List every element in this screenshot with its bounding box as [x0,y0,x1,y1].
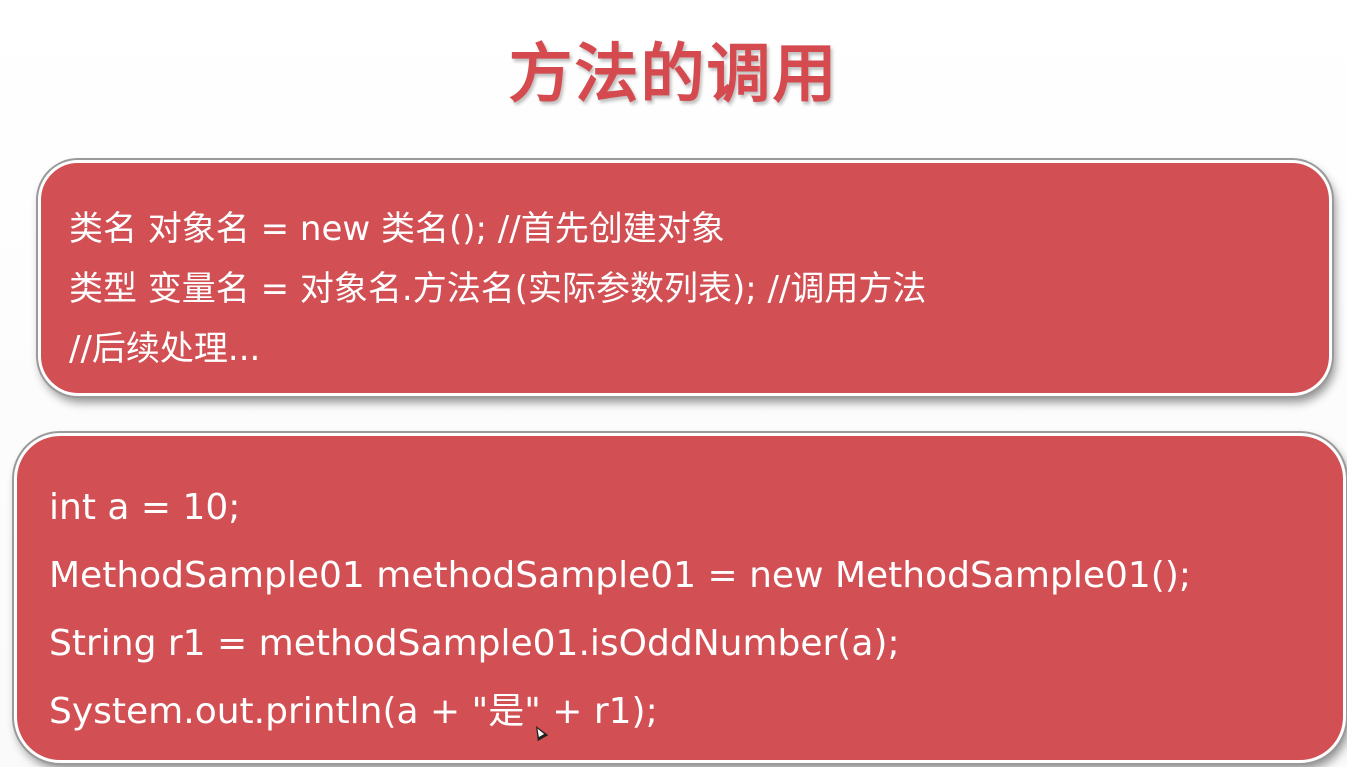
code-line-call-method: String r1 = methodSample01.isOddNumber(a… [49,623,900,664]
example-code-box: int a = 10; MethodSample01 methodSample0… [14,433,1346,763]
code-line-declare-int: int a = 10; [49,487,241,528]
slide-title: 方法的调用 [508,38,839,112]
code-line-new-object: MethodSample01 methodSample01 = new Meth… [49,555,1191,596]
syntax-line-create-object: 类名 对象名 = new 类名(); //首先创建对象 [69,209,725,249]
syntax-line-call-method: 类型 变量名 = 对象名.方法名(实际参数列表); //调用方法 [69,269,927,309]
syntax-box: 类名 对象名 = new 类名(); //首先创建对象 类型 变量名 = 对象名… [38,160,1332,396]
syntax-line-followup: //后续处理... [69,329,261,369]
code-line-println: System.out.println(a + "是" + r1); [49,691,658,732]
slide: 方法的调用 类名 对象名 = new 类名(); //首先创建对象 类型 变量名… [0,0,1347,767]
